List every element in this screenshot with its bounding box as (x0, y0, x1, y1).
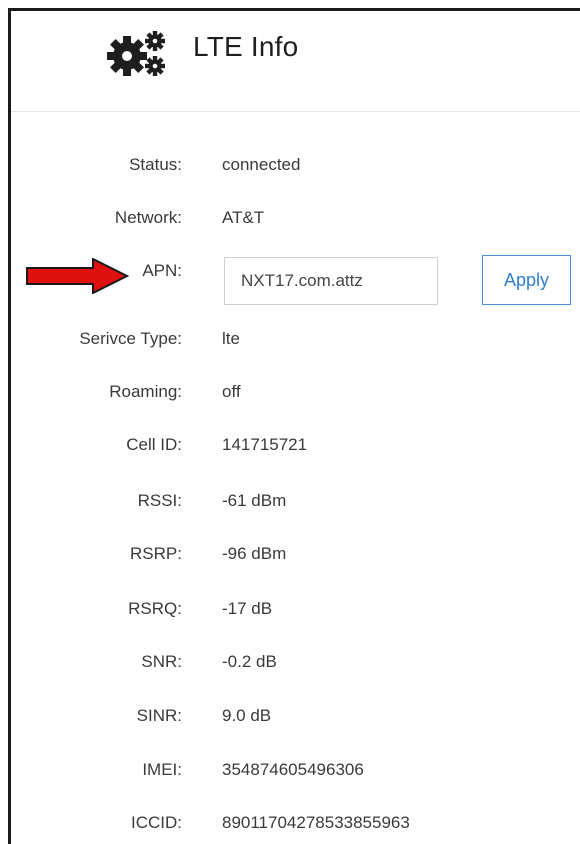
apply-button[interactable]: Apply (482, 255, 571, 305)
info-row-cell-id: Cell ID: 141715721 (11, 431, 580, 461)
service-type-value: lte (222, 329, 240, 348)
imei-label: IMEI: (142, 760, 182, 779)
roaming-value: off (222, 382, 241, 401)
snr-label: SNR: (141, 652, 182, 671)
rsrp-value: -96 dBm (222, 544, 287, 563)
apn-input[interactable] (224, 257, 438, 305)
info-row-roaming: Roaming: off (11, 378, 580, 408)
lte-info-panel: LTE Info Status: connected Network: AT&T… (8, 8, 580, 844)
status-label: Status: (129, 155, 182, 174)
service-type-label: Serivce Type: (79, 329, 182, 348)
info-row-status: Status: connected (11, 151, 580, 181)
status-value: connected (222, 155, 301, 174)
iccid-value: 89011704278533855963 (222, 813, 410, 832)
info-row-snr: SNR: -0.2 dB (11, 648, 580, 678)
sinr-value: 9.0 dB (222, 706, 272, 725)
network-value: AT&T (222, 208, 265, 227)
iccid-label: ICCID: (131, 813, 182, 832)
panel-header: LTE Info (11, 11, 580, 112)
cell-id-label: Cell ID: (126, 435, 182, 454)
info-row-imei: IMEI: 354874605496306 (11, 756, 580, 786)
snr-value: -0.2 dB (222, 652, 277, 671)
apn-label: APN: (142, 261, 182, 280)
red-arrow-icon (26, 258, 129, 294)
info-row-sinr: SINR: 9.0 dB (11, 702, 580, 732)
gears-icon (107, 31, 165, 76)
cell-id-value: 141715721 (222, 435, 308, 454)
network-label: Network: (114, 208, 182, 227)
info-row-iccid: ICCID: 89011704278533855963 (11, 809, 580, 839)
rsrp-label: RSRP: (130, 544, 182, 563)
rsrq-label: RSRQ: (128, 599, 182, 618)
rsrq-value: -17 dB (222, 599, 273, 618)
info-row-rssi: RSSI: -61 dBm (11, 487, 580, 517)
rssi-value: -61 dBm (222, 491, 287, 510)
rssi-label: RSSI: (137, 491, 182, 510)
page-title: LTE Info (193, 31, 299, 62)
info-row-network: Network: AT&T (11, 204, 580, 234)
info-row-rsrq: RSRQ: -17 dB (11, 595, 580, 625)
sinr-label: SINR: (136, 706, 182, 725)
roaming-label: Roaming: (109, 382, 182, 401)
info-row-rsrp: RSRP: -96 dBm (11, 540, 580, 570)
info-row-service-type: Serivce Type: lte (11, 325, 580, 355)
imei-value: 354874605496306 (222, 760, 364, 779)
